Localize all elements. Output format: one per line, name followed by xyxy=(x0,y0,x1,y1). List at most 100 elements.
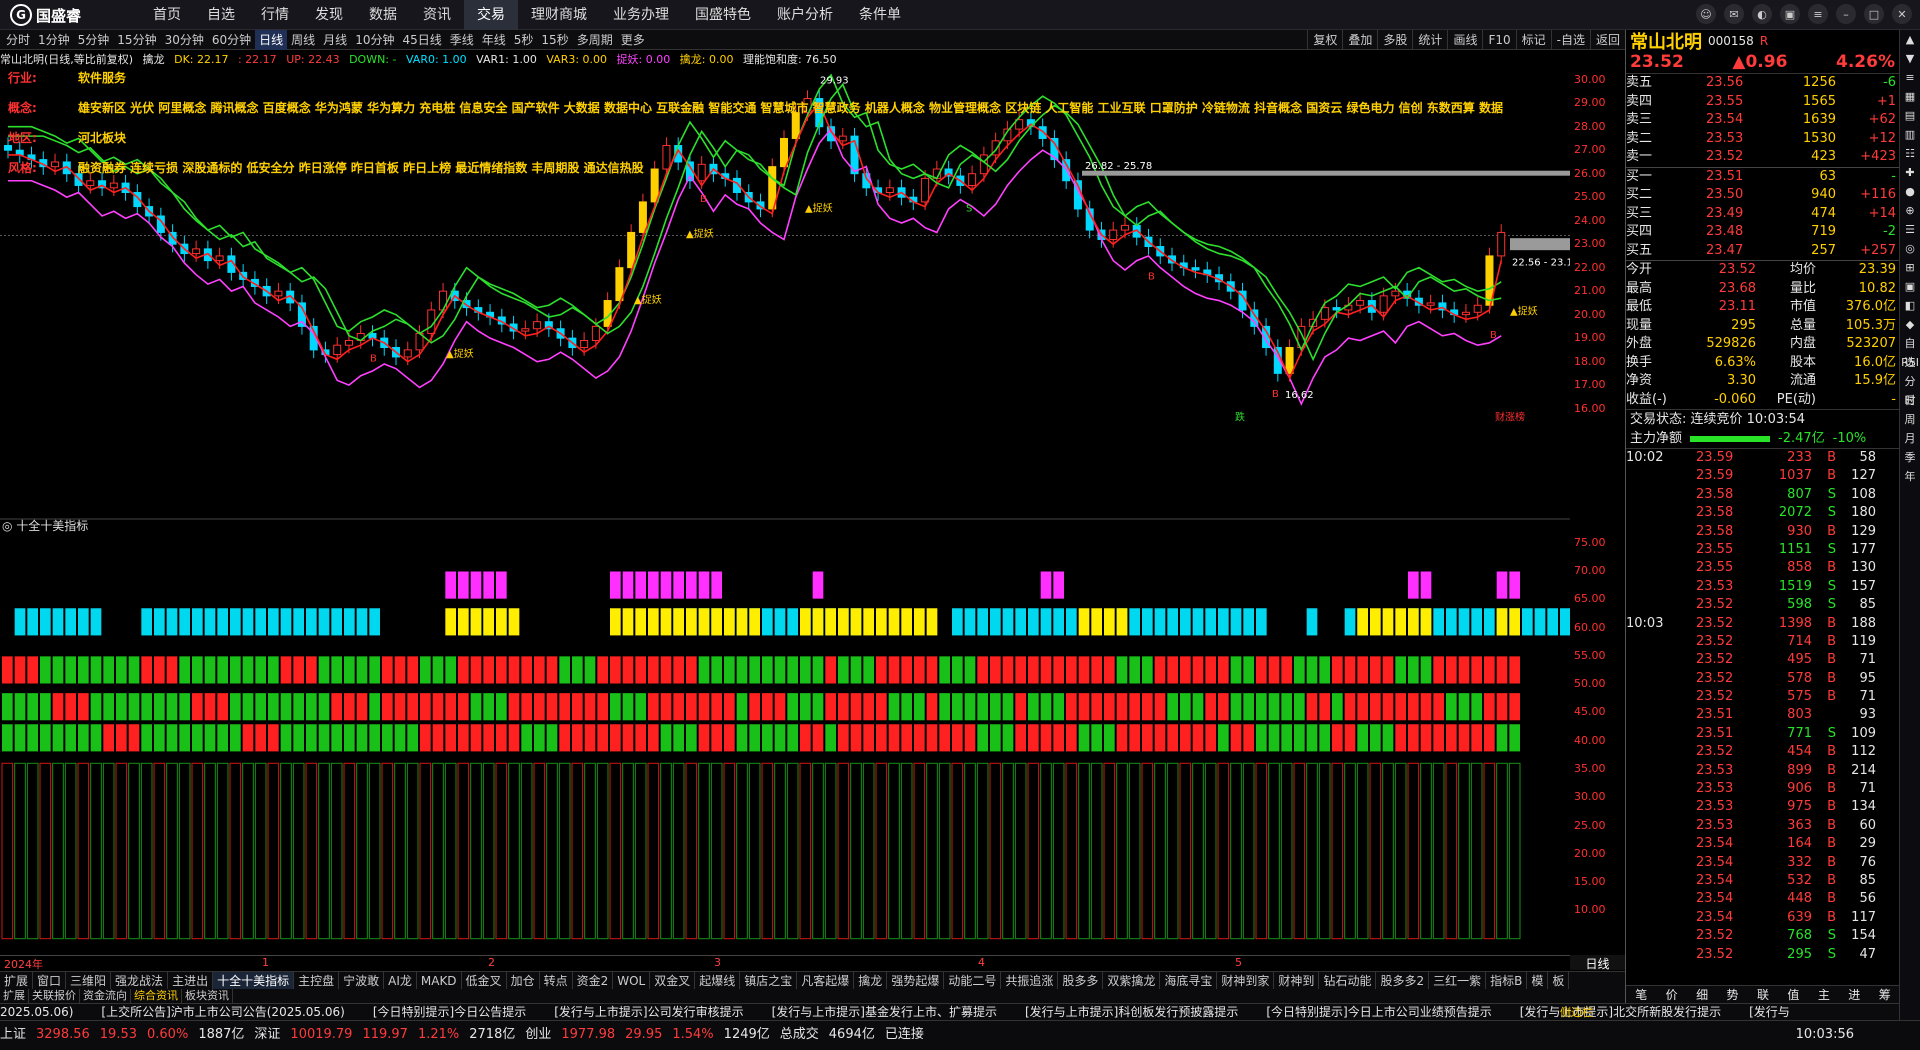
tab-30[interactable]: 三红一紫 xyxy=(1429,972,1487,989)
strip-icon-6[interactable]: ☷ xyxy=(1900,144,1920,163)
tab-24[interactable]: 双紫擒龙 xyxy=(1103,972,1161,989)
tab-21[interactable]: 动能二号 xyxy=(944,972,1002,989)
tab-1[interactable]: 窗口 xyxy=(33,972,67,989)
indicator-chart[interactable] xyxy=(0,520,1570,955)
strip-icon-15[interactable]: ◆ xyxy=(1900,315,1920,334)
period-4[interactable]: 30分钟 xyxy=(161,30,208,50)
side-tab-7[interactable]: 进 xyxy=(1839,986,1869,1003)
nav-5[interactable]: 资讯 xyxy=(410,0,464,30)
tab-32[interactable]: 模 xyxy=(1527,972,1549,989)
period-11[interactable]: 季线 xyxy=(446,30,478,50)
nav-4[interactable]: 数据 xyxy=(356,0,410,30)
strip-icon-14[interactable]: ◧ xyxy=(1900,296,1920,315)
strip-label-0[interactable]: 自选 xyxy=(1900,334,1920,369)
news-item[interactable]: [今日特别提示]今日公告提示 xyxy=(373,1005,526,1019)
tool-3[interactable]: 统计 xyxy=(1412,30,1447,50)
minimize-icon[interactable]: – xyxy=(1836,4,1856,24)
period-16[interactable]: 更多 xyxy=(617,30,649,50)
period-14[interactable]: 15秒 xyxy=(537,30,572,50)
info-tab-4[interactable]: 板块资讯 xyxy=(182,989,233,1003)
tool-6[interactable]: 标记 xyxy=(1515,30,1551,50)
info-tab-3[interactable]: 综合资讯 xyxy=(131,989,182,1003)
tab-15[interactable]: 双金叉 xyxy=(650,972,696,989)
tab-28[interactable]: 钻石动能 xyxy=(1319,972,1377,989)
tool-2[interactable]: 多股 xyxy=(1377,30,1412,50)
period-3[interactable]: 15分钟 xyxy=(113,30,160,50)
tab-0[interactable]: 扩展 xyxy=(0,972,34,989)
comment-icon[interactable]: ☺ xyxy=(1696,4,1716,24)
strip-icon-1[interactable]: ▼ xyxy=(1900,49,1920,68)
tab-4[interactable]: 主进出 xyxy=(168,972,214,989)
tool-5[interactable]: F10 xyxy=(1482,30,1515,50)
info-tab-1[interactable]: 关联报价 xyxy=(29,989,80,1003)
strip-icon-10[interactable]: ☰ xyxy=(1900,220,1920,239)
skin-icon[interactable]: ◐ xyxy=(1752,4,1772,24)
period-2[interactable]: 5分钟 xyxy=(74,30,114,50)
strip-label-2[interactable]: 分时 xyxy=(1900,372,1920,407)
news-item[interactable]: 2025.05.06) xyxy=(0,1005,73,1019)
period-12[interactable]: 年线 xyxy=(478,30,510,50)
strip-icon-9[interactable]: ⊕ xyxy=(1900,201,1920,220)
period-8[interactable]: 月线 xyxy=(319,30,351,50)
side-tab-0[interactable]: 笔 xyxy=(1626,986,1656,1003)
tab-13[interactable]: 资金2 xyxy=(573,972,614,989)
tab-10[interactable]: 低金叉 xyxy=(462,972,507,989)
news-item[interactable]: [今日特别提示]今日上市公司业绩预告提示 xyxy=(1266,1005,1491,1019)
shirt-icon[interactable]: ▣ xyxy=(1780,4,1800,24)
status-sidebar[interactable]: 侧边栏 xyxy=(1560,1004,1593,1020)
tab-31[interactable]: 指标B xyxy=(1486,972,1528,989)
tab-12[interactable]: 转点 xyxy=(540,972,573,989)
strip-label-5[interactable]: 月 xyxy=(1900,429,1920,448)
tab-25[interactable]: 海底寻宝 xyxy=(1160,972,1218,989)
strip-icon-2[interactable]: ≡ xyxy=(1900,68,1920,87)
tab-8[interactable]: AI龙 xyxy=(384,972,417,989)
strip-label-6[interactable]: 季 xyxy=(1900,448,1920,467)
period-1[interactable]: 1分钟 xyxy=(34,30,74,50)
side-tab-2[interactable]: 细 xyxy=(1687,986,1717,1003)
strip-label-1[interactable]: RSI xyxy=(1900,353,1920,372)
side-tab-1[interactable]: 价 xyxy=(1656,986,1686,1003)
menu-icon[interactable]: ≡ xyxy=(1808,4,1828,24)
strip-icon-7[interactable]: ✚ xyxy=(1900,163,1920,182)
tab-26[interactable]: 财神到家 xyxy=(1217,972,1275,989)
tab-9[interactable]: MAKD xyxy=(417,972,462,989)
mail-icon[interactable]: ✉ xyxy=(1724,4,1744,24)
strip-label-4[interactable]: 周 xyxy=(1900,410,1920,429)
period-15[interactable]: 多周期 xyxy=(573,30,617,50)
tab-17[interactable]: 镇店之宝 xyxy=(740,972,798,989)
close-icon[interactable]: ✕ xyxy=(1892,4,1912,24)
news-item[interactable]: [发行与上市提示]北交所新股发行提示 xyxy=(1520,1005,1721,1019)
strip-icon-3[interactable]: ▦ xyxy=(1900,87,1920,106)
strip-icon-8[interactable]: ● xyxy=(1900,182,1920,201)
period-13[interactable]: 5秒 xyxy=(510,30,538,50)
tab-16[interactable]: 起爆线 xyxy=(695,972,741,989)
side-tab-6[interactable]: 主 xyxy=(1809,986,1839,1003)
maximize-icon[interactable]: □ xyxy=(1864,4,1884,24)
tab-23[interactable]: 股多多 xyxy=(1058,972,1104,989)
tab-7[interactable]: 宁波敢 xyxy=(339,972,385,989)
strip-label-3[interactable]: 日 xyxy=(1900,391,1920,410)
nav-8[interactable]: 业务办理 xyxy=(600,0,682,30)
nav-10[interactable]: 账户分析 xyxy=(764,0,846,30)
nav-1[interactable]: 自选 xyxy=(194,0,248,30)
period-10[interactable]: 45日线 xyxy=(398,30,445,50)
strip-icon-13[interactable]: ▣ xyxy=(1900,277,1920,296)
strip-label-7[interactable]: 年 xyxy=(1900,467,1920,486)
tool-4[interactable]: 画线 xyxy=(1447,30,1482,50)
nav-3[interactable]: 发现 xyxy=(302,0,356,30)
tab-27[interactable]: 财神到 xyxy=(1274,972,1320,989)
tab-19[interactable]: 擒龙 xyxy=(854,972,888,989)
nav-6[interactable]: 交易 xyxy=(464,0,518,30)
tab-11[interactable]: 加仓 xyxy=(507,972,540,989)
tool-1[interactable]: 叠加 xyxy=(1342,30,1377,50)
strip-icon-0[interactable]: ▲ xyxy=(1900,30,1920,49)
news-item[interactable]: [发行与上市提示]科创板发行预披露提示 xyxy=(1025,1005,1238,1019)
tool-8[interactable]: 返回 xyxy=(1589,30,1625,50)
period-5[interactable]: 60分钟 xyxy=(208,30,255,50)
tab-18[interactable]: 凡客起爆 xyxy=(797,972,855,989)
nav-9[interactable]: 国盛特色 xyxy=(682,0,764,30)
strip-icon-4[interactable]: ▤ xyxy=(1900,106,1920,125)
period-6[interactable]: 日线 xyxy=(255,30,288,50)
nav-7[interactable]: 理财商城 xyxy=(518,0,600,30)
status-gf[interactable]: 图文F10 xyxy=(1510,1003,1552,1004)
